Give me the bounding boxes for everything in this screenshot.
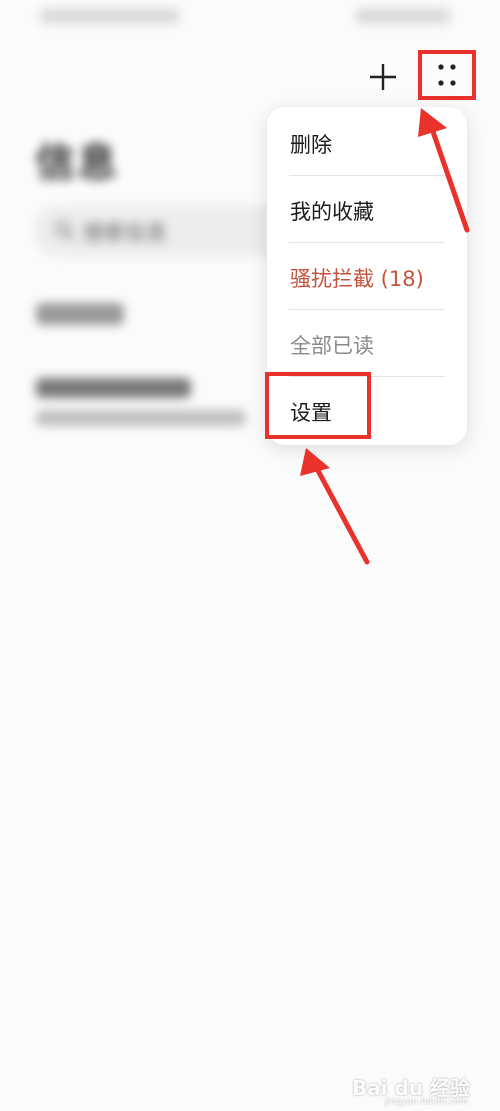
- status-bar-left: [40, 8, 180, 24]
- highlight-box-settings: [265, 372, 371, 439]
- menu-item-label: 全部已读: [290, 334, 374, 358]
- menu-item-label: 删除: [290, 133, 332, 157]
- conversation-title[interactable]: [36, 378, 191, 398]
- screen: 信息 搜索信息 删除 我的收藏 骚扰拦截 (18) 全部已读 设置 Bai du…: [0, 0, 500, 1111]
- plus-icon: [370, 64, 396, 90]
- menu-item-label: 骚扰拦截 (18): [290, 267, 424, 291]
- menu-item-spam-block[interactable]: 骚扰拦截 (18): [267, 243, 467, 310]
- highlight-box-more: [418, 50, 476, 100]
- page-title: 信息: [35, 140, 119, 186]
- watermark-url: jingyan.baidu.com: [385, 1097, 469, 1107]
- menu-item-mark-all-read[interactable]: 全部已读: [267, 310, 467, 377]
- search-placeholder: 搜索信息: [83, 221, 167, 245]
- menu-item-favorites[interactable]: 我的收藏: [267, 176, 467, 243]
- search-icon: [55, 221, 74, 240]
- add-button[interactable]: [366, 60, 400, 94]
- status-bar-right: [355, 8, 450, 24]
- conversation-preview: [36, 410, 246, 426]
- section-header: [36, 303, 124, 325]
- menu-item-delete[interactable]: 删除: [267, 109, 467, 176]
- menu-item-label: 我的收藏: [290, 200, 374, 224]
